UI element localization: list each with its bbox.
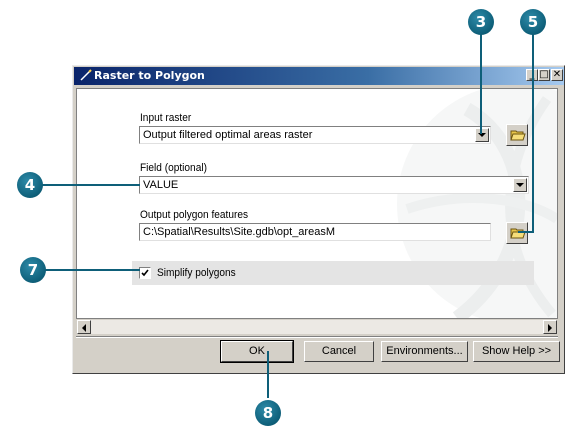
callout-5-leader	[518, 34, 534, 233]
callout-leaders	[42, 33, 534, 398]
callout-3-leader	[480, 33, 482, 134]
callout-5: 5	[520, 9, 546, 35]
callout-3: 3	[468, 9, 494, 35]
callout-4: 4	[17, 172, 43, 198]
callout-7: 7	[20, 257, 46, 283]
callout-8: 8	[255, 400, 281, 426]
